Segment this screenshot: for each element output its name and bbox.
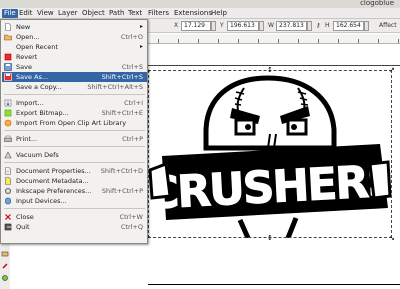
close-icon: [5, 214, 11, 220]
w-label: W: [268, 22, 274, 29]
menu-item-document-properties[interactable]: Document Properties... Shift+Ctrl+D: [2, 166, 147, 176]
input-devices-icon: [5, 197, 11, 205]
resize-handle-bottom-right[interactable]: ↘: [389, 235, 395, 242]
x-label: X: [174, 22, 179, 29]
vacuum-icon: [4, 151, 12, 159]
menu-item-export-bitmap[interactable]: Export Bitmap... Shift+Ctrl+E: [2, 108, 147, 118]
menu-item-document-metadata[interactable]: Document Metadata...: [2, 176, 147, 186]
connector-tool-icon[interactable]: [1, 274, 9, 282]
dropper-tool-icon[interactable]: [1, 262, 9, 270]
menu-item-open[interactable]: Open... Ctrl+O: [2, 32, 147, 42]
submenu-arrow-icon: ▸: [139, 43, 143, 50]
new-document-icon: [5, 23, 11, 31]
w-spin-button[interactable]: [307, 21, 312, 31]
save-as-icon: [4, 73, 12, 81]
y-spin-button[interactable]: [259, 21, 264, 31]
menu-extensions[interactable]: Extensions: [172, 9, 214, 18]
export-bitmap-icon: [4, 109, 12, 117]
menu-separator: [4, 130, 145, 131]
window-title: clogoblue: [360, 0, 394, 7]
menu-item-revert[interactable]: Revert: [2, 52, 147, 62]
y-input[interactable]: 196.613: [227, 21, 259, 31]
h-input[interactable]: 162.654: [333, 21, 364, 31]
revert-icon: [4, 53, 12, 61]
menu-object[interactable]: Object: [80, 9, 107, 18]
menu-item-inkscape-preferences[interactable]: Inkscape Preferences... Shift+Ctrl+P: [2, 186, 147, 196]
resize-handle-top-right[interactable]: ↗: [389, 67, 395, 74]
file-menu-dropdown: New ▸ Open... Ctrl+O Open Recent ▸ Rever…: [0, 19, 148, 244]
menu-item-input-devices[interactable]: Input Devices...: [2, 196, 147, 206]
menu-layer[interactable]: Layer: [56, 9, 80, 18]
menu-item-open-recent[interactable]: Open Recent ▸: [2, 42, 147, 52]
menu-item-import[interactable]: Import... Ctrl+I: [2, 98, 147, 108]
menu-filters[interactable]: Filters: [146, 9, 171, 18]
w-input[interactable]: 237.813: [276, 21, 307, 31]
clipart-icon: [4, 119, 12, 127]
affect-label: Affect: [379, 22, 397, 29]
menu-path[interactable]: Path: [107, 9, 126, 18]
menu-item-quit[interactable]: Quit Ctrl+Q: [2, 222, 147, 232]
menu-file[interactable]: File: [2, 9, 18, 18]
h-spin-button[interactable]: [364, 21, 369, 31]
toolbox: [0, 244, 10, 289]
tool-controls-bar: X 17.129 Y 196.613 W 237.813 ⚷ H 162.654…: [148, 19, 400, 33]
lock-icon[interactable]: ⚷: [316, 22, 320, 29]
y-label: Y: [220, 22, 224, 29]
import-icon: [4, 99, 12, 107]
menu-separator: [4, 94, 145, 95]
metadata-icon: [5, 177, 11, 185]
menu-edit[interactable]: Edit: [17, 9, 35, 18]
menu-separator: [4, 162, 145, 163]
print-icon: [4, 135, 12, 142]
menubar: File Edit View Layer Object Path Text Fi…: [0, 8, 400, 19]
menu-separator: [4, 208, 145, 209]
quit-icon: [4, 223, 12, 231]
preferences-icon: [4, 187, 12, 195]
open-folder-icon: [4, 34, 12, 41]
document-properties-icon: [5, 167, 11, 175]
eraser-tool-icon[interactable]: [1, 250, 9, 258]
menu-text[interactable]: Text: [126, 9, 144, 18]
menu-item-close[interactable]: Close Ctrl+W: [2, 212, 147, 222]
menu-item-vacuum-defs[interactable]: Vacuum Defs: [2, 150, 147, 160]
menu-item-save-a-copy[interactable]: Save a Copy... Shift+Ctrl+Alt+S: [2, 82, 147, 92]
h-label: H: [325, 22, 330, 29]
menu-separator: [4, 146, 145, 147]
submenu-arrow-icon: ▸: [139, 23, 143, 30]
x-spin-button[interactable]: [211, 21, 216, 31]
menu-item-print[interactable]: Print... Ctrl+P: [2, 134, 147, 144]
selection-bounding-box: ↖ ↗ ↙ ↘ ↕ ↕: [145, 67, 395, 242]
resize-handle-top[interactable]: ↕: [267, 67, 273, 74]
window-titlebar: clogoblue: [0, 0, 400, 8]
menu-help[interactable]: Help: [209, 9, 229, 18]
save-icon: [4, 63, 12, 71]
x-input[interactable]: 17.129: [181, 21, 211, 31]
menu-item-import-clipart[interactable]: Import From Open Clip Art Library: [2, 118, 147, 128]
resize-handle-bottom[interactable]: ↕: [267, 235, 273, 242]
menu-view[interactable]: View: [35, 9, 56, 18]
menu-item-save[interactable]: Save Ctrl+S: [2, 62, 147, 72]
menu-item-save-as[interactable]: Save As... Shift+Ctrl+S: [2, 72, 147, 82]
menu-item-new[interactable]: New ▸: [2, 22, 147, 32]
horizontal-ruler: [148, 34, 400, 44]
